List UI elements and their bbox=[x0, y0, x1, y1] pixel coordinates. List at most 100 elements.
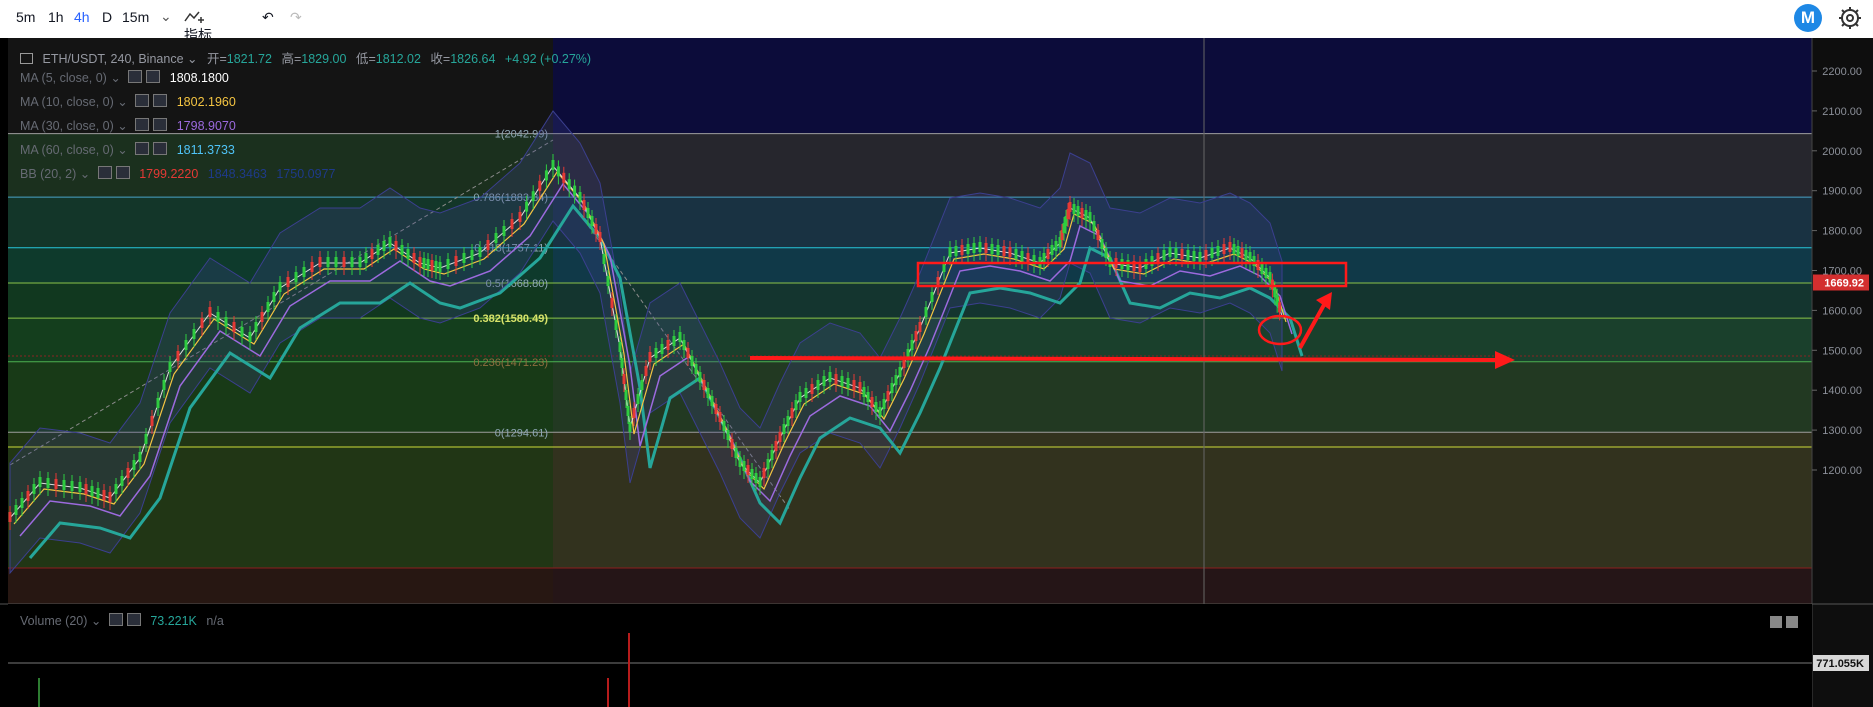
chevron-down-icon[interactable]: ⌄ bbox=[114, 143, 127, 157]
eye-icon[interactable] bbox=[135, 118, 150, 131]
volume-bar bbox=[607, 678, 609, 707]
candle bbox=[798, 392, 802, 402]
interval-1h[interactable]: 1h bbox=[48, 9, 64, 25]
candle bbox=[224, 317, 228, 327]
candle bbox=[582, 200, 586, 210]
close-icon[interactable] bbox=[153, 118, 168, 131]
redo-icon[interactable]: ↷ bbox=[290, 9, 302, 26]
candle bbox=[525, 201, 529, 212]
candle bbox=[1204, 250, 1208, 260]
chevron-down-icon[interactable]: ⌄ bbox=[76, 167, 90, 181]
price-chart[interactable]: 1(2042.99)0.786(1883.84)0.618(1757.11)0.… bbox=[0, 38, 1873, 707]
close-icon[interactable] bbox=[126, 613, 141, 626]
chevron-down-icon[interactable]: ⌄ bbox=[87, 614, 101, 628]
chevron-down-icon[interactable]: ⌄ bbox=[114, 119, 127, 133]
candle bbox=[606, 276, 610, 286]
candle bbox=[786, 416, 790, 426]
candle bbox=[551, 160, 555, 170]
candle bbox=[1080, 208, 1084, 218]
candle bbox=[184, 340, 188, 350]
candle bbox=[758, 477, 762, 487]
candle bbox=[948, 247, 952, 257]
candle bbox=[730, 439, 734, 449]
eye-icon[interactable] bbox=[128, 70, 143, 83]
candle bbox=[766, 459, 770, 469]
candle bbox=[874, 402, 878, 412]
candle bbox=[632, 408, 636, 418]
candle bbox=[898, 367, 902, 377]
price-tick-label: 1400.00 bbox=[1822, 385, 1862, 397]
candle bbox=[972, 243, 976, 253]
candle bbox=[126, 468, 130, 478]
interval-5m[interactable]: 5m bbox=[16, 9, 35, 25]
candle bbox=[1228, 242, 1232, 252]
candle bbox=[602, 254, 606, 264]
candle bbox=[494, 233, 498, 243]
candle bbox=[754, 473, 758, 483]
candle bbox=[1156, 253, 1160, 263]
eye-icon[interactable] bbox=[108, 613, 123, 626]
symbol-name: ETH/USDT, 240, Binance bbox=[42, 52, 184, 66]
eye-icon[interactable] bbox=[135, 94, 150, 107]
close-icon[interactable] bbox=[153, 142, 168, 155]
chevron-down-icon[interactable]: ⌄ bbox=[160, 8, 172, 25]
interval-4h[interactable]: 4h bbox=[74, 9, 90, 25]
candle bbox=[1192, 251, 1196, 261]
price-axis[interactable] bbox=[1812, 38, 1873, 707]
pane-collapse-icon[interactable] bbox=[1786, 616, 1798, 628]
candle bbox=[502, 226, 506, 236]
candle bbox=[918, 322, 922, 332]
fib-label: 0.382(1580.49) bbox=[473, 313, 548, 325]
candle bbox=[620, 358, 624, 368]
candle bbox=[1068, 202, 1072, 212]
candle bbox=[746, 465, 750, 475]
candle bbox=[272, 292, 276, 302]
chart-area[interactable]: 1(2042.99) 0.786(1883.84) 0.618(1757.11) 0.… bbox=[0, 38, 1873, 707]
candle bbox=[984, 243, 988, 253]
candle bbox=[594, 224, 598, 234]
volume-legend: Volume (20) ⌄ 73.221K n/a bbox=[20, 613, 224, 628]
close-value: 1826.64 bbox=[450, 52, 496, 66]
candle bbox=[14, 505, 18, 515]
candle bbox=[750, 469, 754, 479]
app-logo[interactable]: M bbox=[1794, 4, 1822, 32]
chevron-down-icon[interactable]: ⌄ bbox=[107, 71, 120, 85]
candle bbox=[770, 450, 774, 460]
interval-d[interactable]: D bbox=[102, 9, 112, 25]
close-icon[interactable] bbox=[146, 70, 161, 83]
candle bbox=[412, 253, 416, 263]
chevron-down-icon[interactable]: ⌄ bbox=[187, 52, 201, 66]
candle bbox=[1260, 264, 1264, 274]
candle bbox=[822, 376, 826, 386]
price-tick-label: 2200.00 bbox=[1822, 66, 1862, 78]
gear-icon[interactable] bbox=[1836, 4, 1864, 32]
candle bbox=[1104, 248, 1108, 258]
candle bbox=[1252, 256, 1256, 266]
open-value: 1821.72 bbox=[226, 52, 272, 66]
pane-up-icon[interactable] bbox=[1770, 616, 1782, 628]
candle bbox=[538, 180, 542, 191]
candle bbox=[960, 245, 964, 255]
collapse-icon[interactable] bbox=[20, 53, 33, 64]
candle bbox=[742, 461, 746, 471]
candle bbox=[518, 212, 522, 222]
candle bbox=[90, 486, 94, 496]
candle bbox=[302, 267, 306, 277]
candle bbox=[1168, 247, 1172, 257]
candle bbox=[1076, 206, 1080, 216]
candle bbox=[686, 348, 690, 358]
candle bbox=[1240, 248, 1244, 258]
candle bbox=[710, 396, 714, 406]
candle bbox=[38, 477, 42, 487]
candle bbox=[84, 484, 88, 494]
candle bbox=[1020, 251, 1024, 261]
eye-icon[interactable] bbox=[97, 166, 112, 179]
eye-icon[interactable] bbox=[135, 142, 150, 155]
undo-icon[interactable]: ↶ bbox=[262, 9, 274, 26]
close-icon[interactable] bbox=[153, 94, 168, 107]
chevron-down-icon[interactable]: ⌄ bbox=[114, 95, 127, 109]
candle bbox=[654, 348, 658, 358]
symbol-legend: ETH/USDT, 240, Binance ⌄ 开=1821.72 高=182… bbox=[20, 48, 591, 67]
interval-15m[interactable]: 15m bbox=[122, 9, 149, 25]
close-icon[interactable] bbox=[115, 166, 130, 179]
